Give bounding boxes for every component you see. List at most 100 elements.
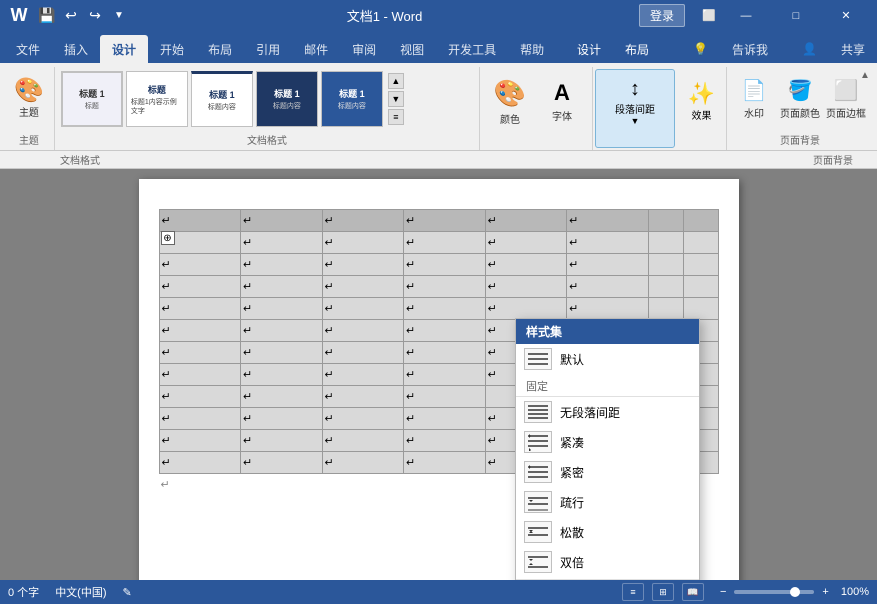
style-more[interactable]: ≡ [388,109,404,125]
ribbon-group-effects: ✨ 效果 [677,67,727,150]
dropdown-item-relaxed[interactable]: 松散 [516,517,699,547]
app-container: W 💾 ↩ ↪ ▼ 文档1 - Word 登录 ⬜ — □ ✕ 文件 插入 设计… [0,0,877,604]
watermark-label: 水印 [744,105,764,120]
close-button[interactable]: ✕ [823,0,869,31]
tab-layout[interactable]: 布局 [196,35,244,63]
dropdown-header: 样式集 [516,319,699,344]
maximize-button[interactable]: □ [773,0,819,31]
page-color-icon: 🪣 [788,78,813,103]
dropdown-item-open[interactable]: 疏行 [516,487,699,517]
dropdown-item-no-spacing[interactable]: 无段落间距 [516,397,699,427]
share-label[interactable]: 共享 [829,35,877,63]
edit-mode-icon: ✎ [123,586,132,599]
double-icon [524,551,552,573]
colors-group-content: 🎨 颜色 A 字体 [486,67,586,136]
status-bar: 0 个字 中文(中国) ✎ ≡ ⊞ 📖 − + 100% [0,580,877,604]
tab-review[interactable]: 审阅 [340,35,388,63]
tab-home[interactable]: 开始 [148,35,196,63]
tab-view[interactable]: 视图 [388,35,436,63]
style-item-3[interactable]: 标题 1 标题内容 [256,71,318,127]
zoom-minus-icon[interactable]: − [720,586,726,598]
login-button[interactable]: 登录 [639,4,685,27]
double-label: 双倍 [560,554,584,571]
status-bar-left: 0 个字 中文(中国) ✎ [8,584,132,600]
fonts-button[interactable]: A 字体 [538,72,586,132]
table-row: ↵↵↵ ↵↵↵ [159,232,718,254]
section-labels-bar: 文档格式 页面背景 [0,151,877,169]
dropdown-item-compact[interactable]: 紧凑 [516,427,699,457]
tab-insert[interactable]: 插入 [52,35,100,63]
style-item-2[interactable]: 标题 1 标题内容 [191,71,253,127]
doc-styles-section-label: 文档格式 [4,152,100,167]
colors-label: 颜色 [500,111,520,126]
bg-group-label: 页面背景 [780,132,820,150]
view-web-button[interactable]: ⊞ [652,583,674,601]
document-title: 文档1 - Word [347,9,423,24]
title-bar: W 💾 ↩ ↪ ▼ 文档1 - Word 登录 ⬜ — □ ✕ [0,0,877,31]
tab-contextual-layout[interactable]: 布局 [613,35,661,63]
view-print-button[interactable]: ≡ [622,583,644,601]
table-row: ↵↵↵ ↵↵↵ [159,254,718,276]
ribbon-group-background: 📄 水印 🪣 页面颜色 ⬜ 页面边框 页面背景 [727,67,873,150]
effects-button[interactable]: ✨ 效果 [684,79,720,124]
tab-file[interactable]: 文件 [4,35,52,63]
theme-icon: 🎨 [14,79,44,103]
ribbon-display-icon[interactable]: ⬜ [699,6,719,26]
tab-help[interactable]: 帮助 [508,35,556,63]
style-item-1[interactable]: 标题 标题1内容示例文字 [126,71,188,127]
style-scroll-up[interactable]: ▲ [388,73,404,89]
save-icon[interactable]: 💾 [36,5,58,27]
para-group-content: ↕ 段落间距 ▼ [611,70,659,133]
no-spacing-label: 无段落间距 [560,404,620,421]
title-bar-left: W 💾 ↩ ↪ ▼ [8,5,130,27]
zoom-slider[interactable] [734,590,814,594]
para-spacing-dropdown-arrow: ▼ [631,116,640,126]
tab-contextual-design[interactable]: 设计 [565,35,613,63]
view-read-button[interactable]: 📖 [682,583,704,601]
theme-label: 主题 [19,104,39,119]
quick-access-more-icon[interactable]: ▼ [108,5,130,27]
table-row: ↵ ↵ ↵ ↵ ↵ ↵ [159,210,718,232]
tight-icon [524,461,552,483]
tell-me-icon[interactable]: 💡 [681,35,720,63]
para-spacing-label: 段落间距 [615,101,655,116]
ribbon-collapse-icon[interactable]: ▲ [857,67,873,83]
dropdown-item-double[interactable]: 双倍 [516,547,699,577]
title-bar-right: 登录 ⬜ — □ ✕ [639,0,869,31]
word-logo-icon: W [8,5,30,27]
share-icon[interactable]: 👤 [790,35,829,63]
zoom-plus-icon[interactable]: + [822,586,828,598]
table-move-handle[interactable]: ⊕ [161,231,175,245]
redo-icon[interactable]: ↪ [84,5,106,27]
dropdown-item-default[interactable]: 默认 [516,344,699,374]
tab-developer[interactable]: 开发工具 [436,35,508,63]
undo-icon[interactable]: ↩ [60,5,82,27]
effects-label: 效果 [692,107,712,122]
page-color-button[interactable]: 🪣 页面颜色 [779,69,821,129]
dropdown-fixed-header: 固定 [516,374,699,397]
ribbon-tabs-right: 设计 布局 💡 告诉我 👤 共享 [565,35,877,63]
style-item-0[interactable]: 标题 1 标题 [61,71,123,127]
compact-label: 紧凑 [560,434,584,451]
theme-button[interactable]: 🎨 主题 [10,77,48,121]
fonts-label: 字体 [552,108,572,123]
theme-group-label: 主题 [19,132,39,150]
fonts-icon: A [554,80,570,106]
tell-me-label[interactable]: 告诉我 [720,35,780,63]
tab-design[interactable]: 设计 [100,35,148,63]
dropdown-item-tight[interactable]: 紧密 [516,457,699,487]
word-count: 0 个字 [8,584,39,600]
tab-mailings[interactable]: 邮件 [292,35,340,63]
tight-label: 紧密 [560,464,584,481]
zoom-thumb[interactable] [790,587,800,597]
ribbon: 🎨 主题 主题 标题 1 标题 标题 标题1内容示例文字 [0,63,877,151]
watermark-button[interactable]: 📄 水印 [733,69,775,129]
bg-group-content: 📄 水印 🪣 页面颜色 ⬜ 页面边框 [733,67,867,130]
para-spacing-button[interactable]: ↕ 段落间距 ▼ [611,76,659,128]
style-scroll-down[interactable]: ▼ [388,91,404,107]
colors-button[interactable]: 🎨 颜色 [486,72,534,132]
style-item-4[interactable]: 标题 1 标题内容 [321,71,383,127]
minimize-button[interactable]: — [723,0,769,31]
tab-references[interactable]: 引用 [244,35,292,63]
zoom-level: 100% [841,586,869,598]
